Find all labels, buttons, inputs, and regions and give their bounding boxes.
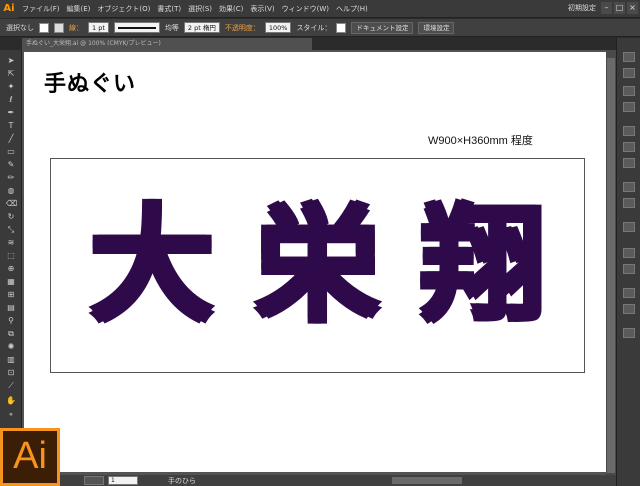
menu-window[interactable]: ウィンドウ(W) [282, 4, 329, 14]
type-tool-icon[interactable]: T [6, 121, 16, 131]
shape-builder-icon[interactable]: ⊕ [6, 264, 16, 274]
direct-selection-tool-icon[interactable]: ⇱ [6, 69, 16, 79]
character-panel-icon[interactable] [623, 248, 635, 258]
illustrator-logo: Ai [0, 428, 60, 486]
vertical-scrollbar[interactable] [606, 50, 616, 475]
name-char-1[interactable]: 大 [90, 204, 214, 328]
fill-swatch[interactable] [39, 22, 49, 33]
mesh-tool-icon[interactable]: ⊞ [6, 290, 16, 300]
graph-tool-icon[interactable]: ▥ [6, 355, 16, 365]
pathfinder-panel-icon[interactable] [623, 304, 635, 314]
rotate-tool-icon[interactable]: ↻ [6, 212, 16, 222]
opacity-label[interactable]: 不透明度： [225, 23, 260, 33]
hand-tool-icon[interactable]: ✋ [6, 396, 16, 406]
stroke-swatch[interactable] [54, 22, 64, 33]
vertical-scroll-thumb[interactable] [607, 58, 615, 473]
stroke-label[interactable]: 線： [69, 23, 83, 33]
paintbrush-icon[interactable]: ✎ [6, 160, 16, 170]
menu-effect[interactable]: 効果(C) [219, 4, 243, 14]
menu-items: ファイル(F) 編集(E) オブジェクト(O) 書式(T) 選択(S) 効果(C… [22, 4, 368, 14]
document-tab[interactable]: 手ぬぐい_大栄翔.ai @ 100% (CMYK/プレビュー) [22, 38, 312, 50]
transform-panel-icon[interactable] [623, 328, 635, 338]
zoom-tool-icon[interactable]: ⚬ [6, 410, 16, 420]
maximize-button[interactable]: □ [614, 2, 625, 14]
tenugui-outline[interactable]: 大 栄 翔 [50, 158, 585, 373]
appearance-panel-icon[interactable] [623, 182, 635, 192]
menu-file[interactable]: ファイル(F) [22, 4, 60, 14]
stroke-profile-preview[interactable] [113, 22, 160, 33]
align-panel-icon[interactable] [623, 288, 635, 298]
warp-tool-icon[interactable]: ≋ [6, 238, 16, 248]
perspective-grid-icon[interactable]: ▦ [6, 277, 16, 287]
slice-tool-icon[interactable]: ⟋ [6, 381, 16, 391]
magic-wand-icon[interactable]: ✦ [6, 82, 16, 92]
eyedropper-icon[interactable]: ⚲ [6, 316, 16, 326]
brush-dropdown[interactable]: 2 pt 楕円 [183, 22, 220, 33]
blend-tool-icon[interactable]: ⧉ [6, 329, 16, 339]
selection-status: 選択なし [6, 23, 34, 32]
horizontal-scroll-thumb[interactable] [392, 477, 462, 484]
pen-tool-icon[interactable]: ✒ [6, 108, 16, 118]
lasso-icon[interactable]: ℓ [6, 95, 16, 105]
scale-tool-icon[interactable]: ⤡ [6, 225, 16, 235]
line-tool-icon[interactable]: ╱ [6, 134, 16, 144]
transparency-panel-icon[interactable] [623, 158, 635, 168]
blob-brush-icon[interactable]: ◍ [6, 186, 16, 196]
control-bar: 選択なし 線： 1 pt 均等 2 pt 楕円 不透明度： 100% スタイル：… [0, 19, 640, 37]
app-logo[interactable]: Ai [0, 0, 18, 18]
minimize-button[interactable]: – [601, 2, 612, 14]
gradient-panel-icon[interactable] [623, 142, 635, 152]
tools-panel: ➤ ⇱ ✦ ℓ ✒ T ╱ ▭ ✎ ✏ ◍ ⌫ ↻ ⤡ ≋ ⬚ ⊕ ▦ ⊞ ▤ … [0, 50, 22, 428]
menu-view[interactable]: 表示(V) [250, 4, 274, 14]
style-label: スタイル： [296, 23, 332, 32]
menu-help[interactable]: ヘルプ(H) [336, 4, 368, 14]
eraser-icon[interactable]: ⌫ [6, 199, 17, 209]
opacity-field[interactable]: 100% [264, 22, 292, 33]
pencil-icon[interactable]: ✏ [6, 173, 16, 183]
selection-tool-icon[interactable]: ➤ [6, 56, 16, 66]
swatches-panel-icon[interactable] [623, 68, 635, 78]
close-button[interactable]: × [627, 2, 638, 14]
paragraph-panel-icon[interactable] [623, 264, 635, 274]
document-setup-button[interactable]: ドキュメント設定 [351, 21, 414, 34]
gradient-tool-icon[interactable]: ▤ [6, 303, 16, 313]
brushes-panel-icon[interactable] [623, 86, 635, 96]
current-tool-status[interactable]: 手のひら [168, 476, 196, 486]
panel-dock [616, 38, 640, 486]
zoom-field[interactable] [84, 476, 104, 485]
menu-bar: Ai ファイル(F) 編集(E) オブジェクト(O) 書式(T) 選択(S) 効… [0, 0, 640, 18]
preferences-button[interactable]: 環境設定 [418, 21, 455, 34]
window-controls: – □ × [601, 2, 638, 14]
stroke-panel-icon[interactable] [623, 126, 635, 136]
name-char-3[interactable]: 翔 [421, 204, 545, 328]
menu-edit[interactable]: 編集(E) [67, 4, 91, 14]
layers-panel-icon[interactable] [623, 222, 635, 232]
status-bar: 1 手のひら [22, 475, 616, 486]
size-label[interactable]: W900×H360mm 程度 [428, 132, 533, 148]
style-swatch[interactable] [336, 22, 347, 33]
rectangle-tool-icon[interactable]: ▭ [6, 147, 16, 157]
stroke-weight-field[interactable]: 1 pt [88, 22, 109, 33]
menu-select[interactable]: 選択(S) [188, 4, 212, 14]
symbols-panel-icon[interactable] [623, 102, 635, 112]
menu-object[interactable]: オブジェクト(O) [97, 4, 150, 14]
page-field[interactable]: 1 [108, 476, 138, 485]
stroke-profile-label[interactable]: 均等 [165, 23, 179, 33]
free-transform-icon[interactable]: ⬚ [6, 251, 16, 261]
workspace-switcher[interactable]: 初期設定 [568, 3, 596, 13]
color-panel-icon[interactable] [623, 52, 635, 62]
artboard-title[interactable]: 手ぬぐい [44, 66, 136, 98]
name-char-2[interactable]: 栄 [255, 204, 379, 328]
symbol-sprayer-icon[interactable]: ✺ [6, 342, 16, 352]
graphic-styles-panel-icon[interactable] [623, 198, 635, 208]
artboard-tool-icon[interactable]: ⊡ [6, 368, 16, 378]
menu-type[interactable]: 書式(T) [157, 4, 181, 14]
